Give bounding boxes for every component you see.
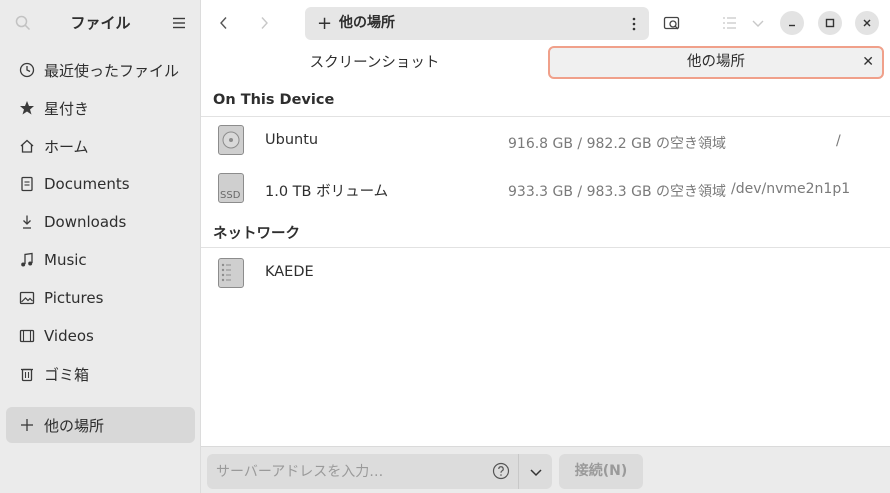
download-icon [23,215,31,229]
sidebar-item-label: Documents [44,175,130,193]
sidebar-item-label: Music [44,251,87,269]
list-view-icon [723,17,736,29]
document-icon [21,176,33,192]
hard-disk-icon [218,125,244,155]
maximize-icon [825,18,835,28]
recent-servers-dropdown[interactable] [519,454,552,489]
device-mount-path: /dev/nvme2n1p1 [731,181,851,197]
hamburger-menu-icon[interactable] [170,14,188,32]
path-bar[interactable]: + 他の場所 [305,7,649,40]
back-button[interactable] [211,10,237,36]
minimize-icon [789,24,795,27]
network-server-icon [218,258,244,288]
divider [201,116,890,117]
view-options-button[interactable] [745,10,771,36]
sidebar-item-home[interactable]: ホーム [6,128,195,164]
star-icon [20,101,34,115]
plus-icon: + [317,13,333,34]
tab-other-locations[interactable]: 他の場所 ✕ [548,46,884,79]
path-label: 他の場所 [339,15,395,31]
video-icon [19,329,35,343]
section-title-network: ネットワーク [213,226,300,242]
forward-button[interactable] [251,10,277,36]
device-name: Ubuntu [265,132,319,148]
close-icon [863,19,871,27]
folder-search-icon [663,16,680,30]
network-name: KAEDE [265,264,314,280]
plus-icon [21,419,33,431]
search-location-button[interactable] [659,10,685,36]
trash-icon [21,368,33,382]
close-tab-icon[interactable]: ✕ [862,48,874,77]
sidebar-item-other-locations[interactable]: 他の場所 [6,407,195,443]
sidebar-item-label: 他の場所 [44,416,105,435]
sidebar-item-downloads[interactable]: Downloads [6,204,195,240]
chevron-down-icon [529,468,542,476]
sidebar: ファイル 最近使ったファイル 星付き ホーム Documents Downloa… [0,0,201,493]
device-free-space: 916.8 GB / 982.2 GB の空き領域 [508,136,727,152]
device-mount-path: / [836,133,841,149]
sidebar-item-trash[interactable]: ゴミ箱 [6,356,195,392]
server-address-input[interactable] [207,454,492,489]
device-name: 1.0 TB ボリューム [265,184,389,200]
sidebar-item-starred[interactable]: 星付き [6,90,195,126]
search-icon[interactable] [14,14,32,32]
chevron-left-icon [220,17,227,29]
close-window-button[interactable] [855,11,879,35]
tab-screenshots[interactable]: スクリーンショット [201,46,548,80]
chevron-right-icon [261,17,268,29]
music-icon [21,252,33,267]
sidebar-item-label: ゴミ箱 [44,365,90,384]
device-free-space: 933.3 GB / 983.3 GB の空き領域 [508,184,727,200]
sidebar-item-label: Downloads [44,213,127,231]
more-options-icon[interactable] [631,15,637,33]
sidebar-item-pictures[interactable]: Pictures [6,280,195,316]
sidebar-item-label: Videos [44,327,94,345]
sidebar-item-label: Pictures [44,289,104,307]
connect-bar: 接続(N) [201,446,890,493]
tab-label: 他の場所 [687,54,745,70]
chevron-down-icon [752,20,764,27]
maximize-button[interactable] [818,11,842,35]
list-view-button[interactable] [717,10,743,36]
clock-icon [19,62,35,78]
help-icon[interactable] [492,462,510,480]
sidebar-item-music[interactable]: Music [6,242,195,278]
sidebar-item-label: 最近使ったファイル [44,61,180,80]
section-title-device: On This Device [213,92,335,108]
ssd-icon: SSD [218,173,244,203]
minimize-button[interactable] [780,11,804,35]
sidebar-item-documents[interactable]: Documents [6,166,195,202]
sidebar-item-label: ホーム [44,137,89,156]
home-icon [20,139,34,153]
ssd-icon-label: SSD [220,190,241,201]
server-address-combo [207,454,552,489]
sidebar-item-label: 星付き [44,99,90,118]
divider [201,247,890,248]
sidebar-header: ファイル [0,0,201,46]
picture-icon [19,291,35,305]
sidebar-item-recent[interactable]: 最近使ったファイル [6,52,195,88]
connect-button[interactable]: 接続(N) [559,454,643,489]
sidebar-item-videos[interactable]: Videos [6,318,195,354]
